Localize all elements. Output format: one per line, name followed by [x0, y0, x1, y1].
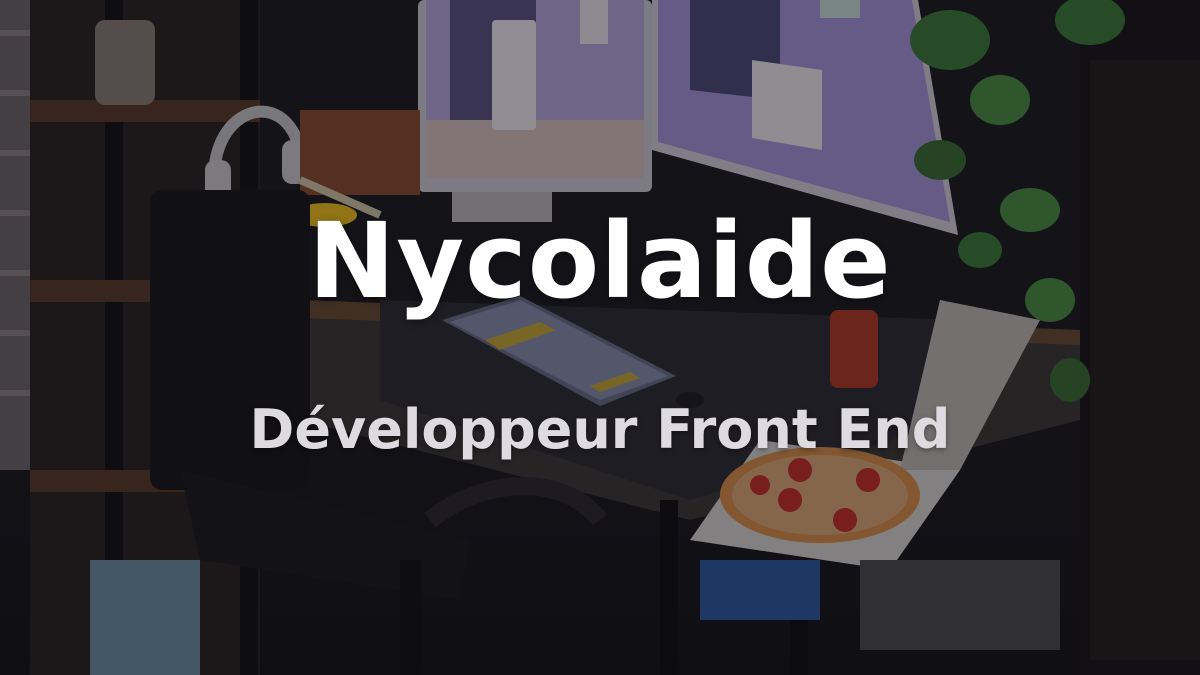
hero-banner: Nycolaide Développeur Front End [0, 0, 1200, 675]
hero-title: Nycolaide [308, 200, 892, 322]
dim-overlay [0, 0, 1200, 675]
hero-subtitle: Développeur Front End [249, 398, 951, 461]
